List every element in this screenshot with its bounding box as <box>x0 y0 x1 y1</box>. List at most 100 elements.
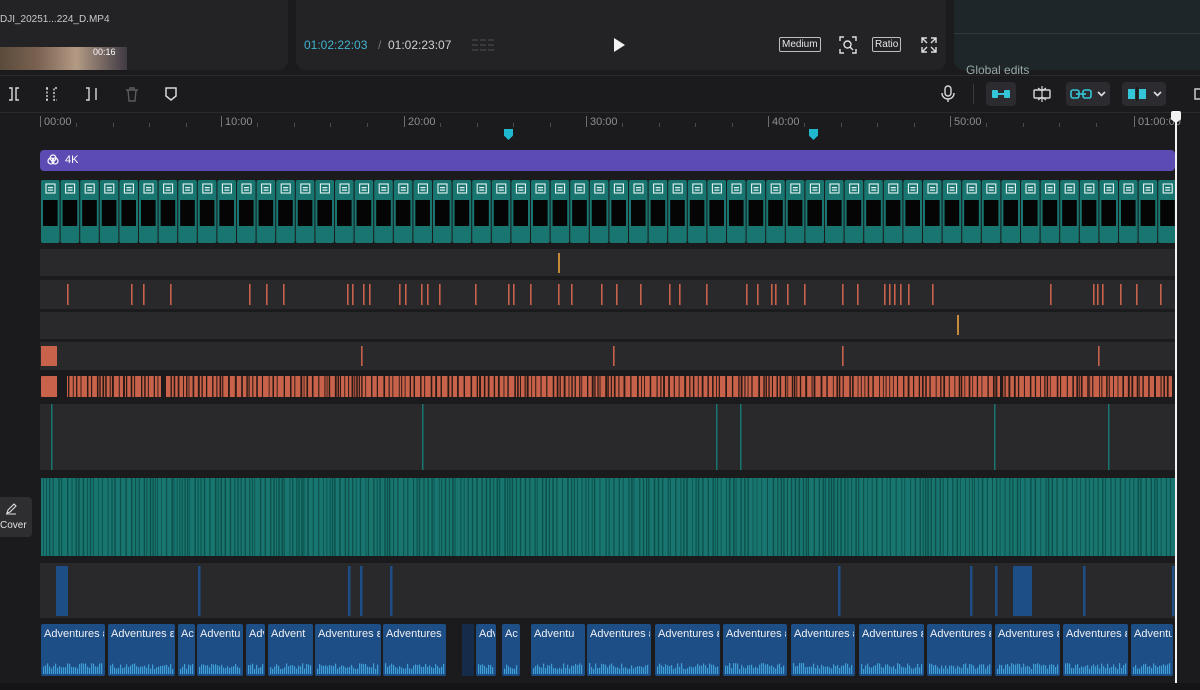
audio-waveform[interactable] <box>869 667 871 674</box>
audio-waveform[interactable] <box>899 663 901 674</box>
overlay-stripe[interactable] <box>507 478 509 556</box>
audio-waveform[interactable] <box>166 664 168 674</box>
audio-waveform[interactable] <box>1169 663 1171 674</box>
audio-waveform[interactable] <box>282 668 284 674</box>
audio-waveform[interactable] <box>533 668 535 674</box>
image-icon-line[interactable] <box>694 187 700 189</box>
effect-stripe[interactable] <box>424 376 426 397</box>
effect-stripe[interactable] <box>404 376 406 397</box>
audio-waveform[interactable] <box>347 667 349 674</box>
audio-waveform[interactable] <box>963 664 965 674</box>
audio-waveform[interactable] <box>504 668 506 674</box>
audio-waveform[interactable] <box>823 666 825 674</box>
audio-clip[interactable] <box>360 566 363 616</box>
audio-waveform[interactable] <box>211 663 213 674</box>
marker-clip[interactable] <box>842 346 844 366</box>
image-icon-line[interactable] <box>479 187 485 189</box>
effect-stripe[interactable] <box>992 376 995 397</box>
marker-clip[interactable] <box>347 284 349 305</box>
effect-stripe[interactable] <box>581 376 583 397</box>
audio-waveform[interactable] <box>625 667 627 674</box>
overlay-stripe[interactable] <box>173 478 175 556</box>
audio-waveform[interactable] <box>1123 665 1125 674</box>
overlay-stripe[interactable] <box>840 478 842 556</box>
audio-waveform[interactable] <box>252 663 254 674</box>
image-icon-line[interactable] <box>322 187 328 189</box>
effect-stripe[interactable] <box>813 376 816 397</box>
overlay-stripe[interactable] <box>783 478 785 556</box>
effect-stripe[interactable] <box>1117 376 1119 397</box>
marker-clip[interactable] <box>41 346 57 366</box>
overlay-stripe[interactable] <box>43 478 44 556</box>
audio-waveform[interactable] <box>573 665 575 674</box>
overlay-stripe[interactable] <box>927 478 929 556</box>
video-clip-frame[interactable] <box>435 200 450 226</box>
effect-stripe[interactable] <box>334 376 337 397</box>
image-icon-line[interactable] <box>1145 187 1151 189</box>
audio-waveform[interactable] <box>1119 663 1121 674</box>
video-clip-frame[interactable] <box>278 200 293 226</box>
overlay-stripe[interactable] <box>886 478 888 556</box>
overlay-stripe[interactable] <box>747 478 749 556</box>
image-icon-line[interactable] <box>557 187 563 189</box>
image-icon-line[interactable] <box>1165 189 1171 191</box>
audio-waveform[interactable] <box>1105 667 1107 674</box>
effect-stripe[interactable] <box>799 376 802 397</box>
overlay-stripe[interactable] <box>493 478 495 556</box>
marker-clip[interactable] <box>616 284 618 305</box>
audio-waveform[interactable] <box>711 664 713 674</box>
audio-waveform[interactable] <box>1099 668 1101 674</box>
audio-waveform[interactable] <box>807 667 809 674</box>
audio-waveform[interactable] <box>53 665 55 674</box>
audio-waveform[interactable] <box>665 664 667 674</box>
effect-stripe[interactable] <box>882 376 884 397</box>
audio-waveform[interactable] <box>1071 667 1073 674</box>
audio-waveform[interactable] <box>300 666 302 674</box>
audio-waveform[interactable] <box>623 667 625 674</box>
overlay-stripe[interactable] <box>78 478 80 556</box>
effect-stripe[interactable] <box>1122 376 1125 397</box>
image-icon-line[interactable] <box>126 189 132 191</box>
audio-waveform[interactable] <box>1147 666 1149 674</box>
overlay-stripe[interactable] <box>904 478 906 556</box>
audio-waveform[interactable] <box>199 666 201 674</box>
effect-stripe[interactable] <box>219 376 222 397</box>
overlay-stripe[interactable] <box>914 478 917 556</box>
audio-waveform[interactable] <box>1039 664 1041 674</box>
audio-waveform[interactable] <box>749 665 751 674</box>
video-clip-frame[interactable] <box>474 200 489 226</box>
audio-waveform[interactable] <box>641 666 643 674</box>
audio-waveform[interactable] <box>77 668 79 674</box>
audio-waveform[interactable] <box>563 663 565 674</box>
overlay-stripe[interactable] <box>176 478 178 556</box>
overlay-stripe[interactable] <box>365 478 367 556</box>
audio-waveform[interactable] <box>751 664 753 674</box>
effect-stripe[interactable] <box>205 376 208 397</box>
overlay-stripe[interactable] <box>585 478 587 556</box>
overlay-stripe[interactable] <box>270 478 272 556</box>
overlay-stripe[interactable] <box>605 478 607 556</box>
audio-waveform[interactable] <box>250 664 252 674</box>
image-icon-line[interactable] <box>655 189 661 191</box>
audio-waveform[interactable] <box>977 667 979 674</box>
audio-waveform[interactable] <box>835 666 837 674</box>
image-icon-line[interactable] <box>812 187 818 189</box>
audio-waveform[interactable] <box>1043 664 1045 674</box>
video-clip-frame[interactable] <box>160 200 176 226</box>
effect-stripe[interactable] <box>479 376 482 397</box>
effect-stripe[interactable] <box>644 376 646 397</box>
video-clip-frame[interactable] <box>650 200 666 226</box>
audio-waveform[interactable] <box>1143 664 1145 674</box>
image-icon-line[interactable] <box>832 187 837 189</box>
effect-stripe[interactable] <box>409 376 412 397</box>
audio-waveform[interactable] <box>405 668 407 674</box>
effect-stripe[interactable] <box>1106 376 1108 397</box>
audio-waveform[interactable] <box>981 664 983 674</box>
image-icon-line[interactable] <box>832 189 837 191</box>
audio-waveform[interactable] <box>81 663 83 674</box>
effect-stripe[interactable] <box>912 376 915 397</box>
audio-waveform[interactable] <box>657 666 659 674</box>
audio-waveform[interactable] <box>164 665 166 674</box>
audio-waveform[interactable] <box>365 664 367 674</box>
overlay-stripe[interactable] <box>1156 478 1158 556</box>
